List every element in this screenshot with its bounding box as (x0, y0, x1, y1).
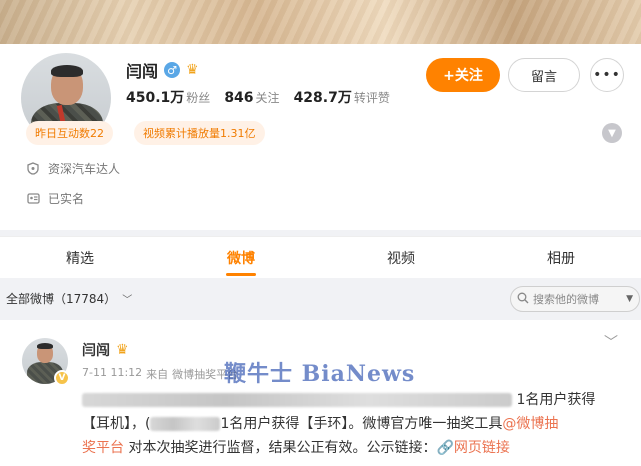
interaction-tag[interactable]: 昨日互动数22 (26, 121, 113, 145)
profile-stats: 450.1万 粉丝 846 关注 428.7万 转评赞 (126, 87, 390, 107)
redacted-text (150, 417, 221, 431)
followers-stat[interactable]: 450.1万 粉丝 (126, 87, 210, 107)
lottery-platform-link[interactable]: 奖平台 (82, 440, 124, 456)
post-author[interactable]: 闫闯 (82, 340, 110, 360)
male-icon: ♂ (164, 62, 181, 78)
follow-button[interactable]: +关注 (426, 58, 500, 92)
post-card: V 闫闯 ♛ 7-11 11:12 来自 微博抽奖平台 ﹀ 鞭牛士 BiaNew… (0, 320, 641, 466)
tab-album[interactable]: 相册 (511, 237, 611, 279)
profile-tabs: 精选 微博 视频 相册 (0, 236, 641, 278)
verified-badge-icon: V (54, 370, 70, 386)
chevron-down-icon[interactable]: ▼ (602, 123, 622, 143)
web-link[interactable]: 🔗网页链接 (436, 440, 509, 456)
shield-icon (26, 162, 40, 176)
message-button[interactable]: 留言 (508, 58, 580, 92)
info-row-verified: 已实名 (26, 190, 84, 207)
chevron-down-icon: ▼ (626, 294, 633, 304)
lottery-platform-link[interactable]: @微博抽 (502, 416, 558, 432)
crown-icon: ♛ (116, 342, 129, 358)
post-search-input[interactable]: 搜索他的微博 ▼ (510, 286, 640, 312)
profile-name: 闫闯 (126, 62, 159, 81)
profile-banner (0, 0, 641, 44)
post-text-line-3: 奖平台 对本次抽奖进行监督，结果公正有效。公示链接：🔗网页链接 (82, 440, 510, 456)
video-plays-tag[interactable]: 视频累计播放量1.31亿 (134, 121, 265, 145)
following-stat[interactable]: 846 关注 (224, 89, 279, 106)
engagement-stat: 428.7万 转评赞 (293, 90, 390, 106)
chevron-down-icon: ﹀ (122, 295, 133, 306)
info-row-expert: 资深汽车达人 (26, 160, 120, 177)
more-options-button[interactable]: ••• (590, 58, 624, 92)
crown-icon: ♛ (186, 62, 199, 78)
tab-video[interactable]: 视频 (351, 237, 451, 279)
redacted-text (82, 393, 512, 407)
post-text-line-2: 【耳机】，(1名用户获得【手环】。微博官方唯一抽奖工具@微博抽 (82, 416, 559, 432)
profile-card: V 闫闯 ♂ ♛ 450.1万粉丝 846关注 428.7万转评赞 +关注 留言… (0, 44, 641, 230)
all-posts-filter[interactable]: 全部微博（17784） ﹀ (6, 290, 132, 307)
post-meta: 7-11 11:12 来自 微博抽奖平台 (82, 366, 239, 382)
active-tab-indicator (226, 273, 256, 276)
id-card-icon (26, 192, 40, 206)
link-icon: 🔗 (436, 440, 454, 456)
post-text-line-1: 1名用户获得 (82, 388, 595, 412)
tab-featured[interactable]: 精选 (30, 237, 130, 279)
post-time[interactable]: 7-11 11:12 (82, 366, 142, 382)
watermark-text: 鞭牛士 BiaNews (224, 361, 416, 387)
search-icon (517, 292, 529, 307)
chevron-down-icon[interactable]: ﹀ (604, 332, 618, 352)
